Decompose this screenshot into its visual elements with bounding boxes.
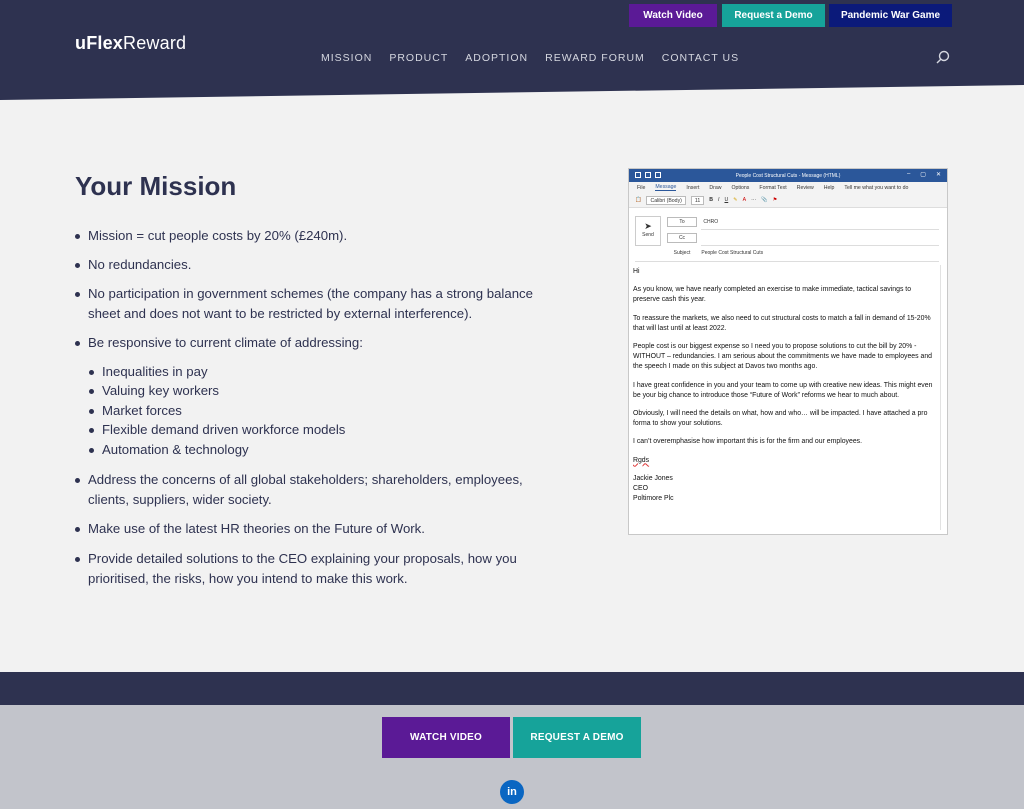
email-scrollbar bbox=[940, 265, 945, 530]
ribbon-tab: Insert bbox=[686, 184, 700, 191]
signature-title: CEO bbox=[633, 485, 648, 493]
ribbon-tab: Format Text bbox=[759, 184, 787, 191]
bullet-item: Be responsive to current climate of addr… bbox=[75, 333, 545, 353]
subject-value: People Cost Structural Cuts bbox=[701, 250, 764, 256]
to-value: CHRO bbox=[703, 219, 719, 225]
ribbon-tab: Help bbox=[823, 184, 835, 191]
window-controls: – ▢ ✕ bbox=[906, 171, 941, 178]
email-body: Hi As you know, we have nearly completed… bbox=[633, 267, 939, 504]
nav-product[interactable]: PRODUCT bbox=[389, 52, 448, 64]
signature-name: Jackie Jones bbox=[633, 474, 673, 482]
cc-label: Cc bbox=[667, 233, 697, 243]
subject-underline bbox=[635, 261, 939, 262]
to-label: To bbox=[667, 217, 697, 227]
sub-bullet-item: Inequalities in pay bbox=[89, 362, 559, 382]
logo-bold-text: uFlex bbox=[75, 33, 124, 53]
nav-reward-forum[interactable]: REWARD FORUM bbox=[545, 52, 645, 64]
subject-label: Subject bbox=[673, 250, 691, 256]
bold-icon: B bbox=[709, 197, 714, 203]
bullet-item: Mission = cut people costs by 20% (£240m… bbox=[75, 226, 545, 246]
email-titlebar: People Cost Structural Cuts - Message (H… bbox=[629, 169, 947, 182]
cc-row: Cc bbox=[667, 233, 697, 243]
send-label: Send bbox=[642, 232, 654, 238]
sub-bullet-item: Valuing key workers bbox=[89, 381, 559, 401]
watch-video-button[interactable]: WATCH VIDEO bbox=[382, 717, 510, 758]
main-nav: MISSION PRODUCT ADOPTION REWARD FORUM CO… bbox=[321, 52, 756, 64]
font-color-icon: A bbox=[742, 197, 747, 203]
send-icon: ➤ bbox=[644, 221, 652, 231]
font-size-box: 11 bbox=[690, 195, 705, 205]
email-window-title: People Cost Structural Cuts - Message (H… bbox=[735, 172, 841, 179]
email-paragraph: Obviously, I will need the details on wh… bbox=[633, 410, 928, 428]
logo-regular-text: Reward bbox=[123, 33, 187, 53]
email-signoff: Rgds bbox=[633, 456, 650, 464]
site-logo[interactable]: uFlexReward bbox=[75, 33, 186, 54]
bullet-item: No participation in government schemes (… bbox=[75, 284, 545, 324]
send-button: ➤ Send bbox=[635, 216, 661, 246]
page-title: Your Mission bbox=[75, 171, 237, 201]
cc-underline bbox=[701, 245, 939, 246]
ribbon-tab: File bbox=[637, 184, 646, 191]
quick-access-icons bbox=[635, 172, 661, 178]
email-paragraph: I have great confidence in you and your … bbox=[633, 381, 933, 399]
footer-band bbox=[0, 672, 1024, 705]
to-underline bbox=[701, 229, 939, 230]
flag-icon: ⚑ bbox=[772, 197, 778, 203]
request-demo-top-button[interactable]: Request a Demo bbox=[722, 4, 825, 27]
email-paragraph: People cost is our biggest expense so I … bbox=[633, 343, 932, 371]
email-paragraph: To reassure the markets, we also need to… bbox=[633, 314, 931, 332]
ribbon-toolbar: 📋 Calibri (Body) 11 B I U ✎ A ··· 📎 ⚑ bbox=[629, 193, 947, 208]
bullet-item: Provide detailed solutions to the CEO ex… bbox=[75, 549, 545, 589]
sub-bullet-item: Flexible demand driven workforce models bbox=[89, 420, 559, 440]
email-paragraph: Hi bbox=[633, 268, 640, 275]
bullet-item: Make use of the latest HR theories on th… bbox=[75, 519, 545, 539]
pandemic-war-game-button[interactable]: Pandemic War Game bbox=[829, 4, 952, 27]
highlight-icon: ✎ bbox=[733, 197, 738, 203]
ribbon-tabs: File Message Insert Draw Options Format … bbox=[629, 182, 947, 193]
nav-mission[interactable]: MISSION bbox=[321, 52, 372, 64]
ribbon-tab: Message bbox=[655, 184, 677, 191]
nav-adoption[interactable]: ADOPTION bbox=[465, 52, 528, 64]
watch-video-top-button[interactable]: Watch Video bbox=[629, 4, 717, 27]
paste-icon: 📋 bbox=[635, 197, 642, 203]
bullet-item: No redundancies. bbox=[75, 255, 545, 275]
attach-icon: 📎 bbox=[761, 197, 768, 203]
search-icon[interactable] bbox=[936, 50, 950, 64]
to-row: To CHRO bbox=[667, 217, 718, 227]
email-screenshot: People Cost Structural Cuts - Message (H… bbox=[628, 168, 948, 535]
bullet-item: Address the concerns of all global stake… bbox=[75, 470, 545, 510]
ribbon-tab: Review bbox=[796, 184, 814, 191]
ribbon-tab: Tell me what you want to do bbox=[844, 184, 909, 191]
signature-company: Poltimore Plc bbox=[633, 495, 674, 503]
font-box: Calibri (Body) bbox=[646, 195, 686, 205]
nav-contact-us[interactable]: CONTACT US bbox=[662, 52, 739, 64]
ribbon-tab: Draw bbox=[709, 184, 722, 191]
ribbon-tab: Options bbox=[731, 184, 750, 191]
email-paragraph: I can’t overemphasise how important this… bbox=[633, 438, 863, 446]
sub-bullet-item: Automation & technology bbox=[89, 440, 559, 460]
sub-bullet-item: Market forces bbox=[89, 401, 559, 421]
more-icon: ··· bbox=[751, 197, 757, 203]
subject-row: Subject People Cost Structural Cuts bbox=[667, 250, 763, 256]
email-paragraph: As you know, we have nearly completed an… bbox=[633, 286, 912, 304]
linkedin-icon[interactable]: in bbox=[500, 780, 524, 804]
request-demo-button[interactable]: REQUEST A DEMO bbox=[513, 717, 641, 758]
underline-icon: U bbox=[724, 197, 729, 203]
italic-icon: I bbox=[718, 197, 720, 203]
